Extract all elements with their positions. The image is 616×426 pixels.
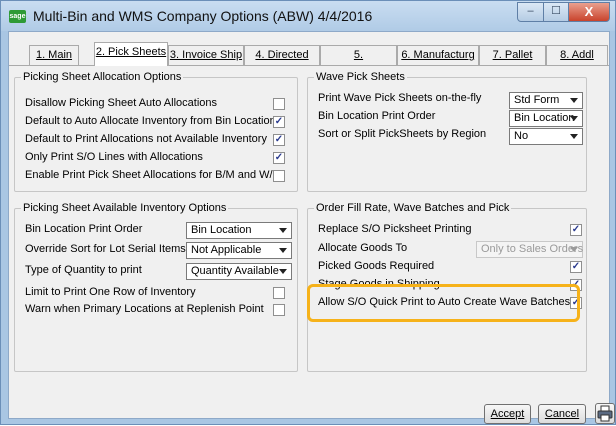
allocate-goods-select[interactable]: Only to Sales Orders (476, 241, 583, 258)
bin-print-order-label: Bin Location Print Order (25, 223, 143, 235)
quantity-type-label: Type of Quantity to print (25, 264, 142, 276)
tab-manufacturing[interactable]: 6. Manufacturg (397, 45, 479, 65)
print-alloc-not-avail-checkbox[interactable] (273, 134, 285, 146)
warn-replenish-label: Warn when Primary Locations at Replenish… (25, 303, 264, 315)
options-window: sage Multi-Bin and WMS Company Options (… (0, 0, 616, 425)
sort-split-region-label: Sort or Split PickSheets by Region (318, 128, 487, 140)
print-button[interactable] (595, 403, 615, 424)
override-sort-select[interactable]: Not Applicable (186, 242, 292, 259)
cancel-button[interactable]: Cancel (538, 404, 586, 424)
wave-pick-title: Wave Pick Sheets (314, 71, 407, 83)
wave-bin-print-order-value: Bin Location (514, 112, 575, 124)
default-auto-alloc-checkbox[interactable] (273, 116, 285, 128)
pick-sheets-page: Picking Sheet Allocation Options Disallo… (10, 66, 608, 382)
order-fill-title: Order Fill Rate, Wave Batches and Pick (314, 202, 512, 214)
stage-goods-checkbox[interactable] (570, 279, 582, 291)
print-wave-on-fly-label: Print Wave Pick Sheets on-the-fly (318, 92, 482, 104)
title-bar[interactable]: sage Multi-Bin and WMS Company Options (… (1, 1, 615, 31)
disallow-auto-alloc-label: Disallow Picking Sheet Auto Allocations (25, 97, 217, 109)
chevron-down-icon (279, 228, 287, 233)
default-auto-alloc-label: Default to Auto Allocate Inventory from … (25, 115, 282, 127)
chevron-down-icon (279, 248, 287, 253)
replace-picksheet-label: Replace S/O Picksheet Printing (318, 223, 472, 235)
tab-addl[interactable]: 8. Addl (546, 45, 608, 65)
only-print-so-lines-label: Only Print S/O Lines with Allocations (25, 151, 203, 163)
close-button[interactable]: X (568, 2, 610, 22)
chevron-down-icon (570, 134, 578, 139)
bin-print-order-value: Bin Location (191, 224, 252, 236)
available-inventory-group: Picking Sheet Available Inventory Option… (14, 202, 298, 372)
wave-pick-group: Wave Pick Sheets Print Wave Pick Sheets … (307, 71, 587, 192)
chevron-down-icon (570, 247, 578, 252)
dialog-client: 1. Main 2. Pick Sheets 3. Invoice Ship 4… (8, 31, 615, 424)
tab-main[interactable]: 1. Main (29, 45, 79, 65)
minimize-button[interactable]: – (517, 2, 544, 22)
limit-one-row-label: Limit to Print One Row of Inventory (25, 286, 196, 298)
allocate-goods-value: Only to Sales Orders (481, 243, 584, 255)
enable-bm-wo-checkbox[interactable] (273, 170, 285, 182)
print-wave-on-fly-value: Std Form (514, 94, 560, 106)
picked-goods-checkbox[interactable] (570, 261, 582, 273)
override-sort-label: Override Sort for Lot Serial Items (25, 243, 186, 255)
disallow-auto-alloc-checkbox[interactable] (273, 98, 285, 110)
limit-one-row-checkbox[interactable] (273, 287, 285, 299)
wave-bin-print-order-select[interactable]: Bin Location (509, 110, 583, 127)
accept-button[interactable]: Accept (484, 404, 531, 424)
sage-logo: sage (9, 10, 26, 23)
order-fill-group: Order Fill Rate, Wave Batches and Pick R… (307, 202, 587, 372)
chevron-down-icon (570, 98, 578, 103)
printer-icon (597, 405, 613, 422)
quantity-type-select[interactable]: Quantity Available (186, 263, 292, 280)
enable-bm-wo-label: Enable Print Pick Sheet Allocations for … (25, 169, 282, 181)
tab-pick-sheets[interactable]: 2. Pick Sheets (94, 42, 168, 66)
allocation-options-title: Picking Sheet Allocation Options (21, 71, 184, 83)
only-print-so-lines-checkbox[interactable] (273, 152, 285, 164)
available-inventory-title: Picking Sheet Available Inventory Option… (21, 202, 229, 214)
tab-pallet[interactable]: 7. Pallet (479, 45, 546, 65)
quantity-type-value: Quantity Available (191, 265, 279, 277)
maximize-button[interactable]: ☐ (543, 2, 569, 22)
stage-goods-label: Stage Goods in Shipping (318, 278, 440, 290)
print-wave-on-fly-select[interactable]: Std Form (509, 92, 583, 109)
sort-split-region-value: No (514, 130, 529, 142)
wave-bin-print-order-label: Bin Location Print Order (318, 110, 436, 122)
chevron-down-icon (279, 269, 287, 274)
warn-replenish-checkbox[interactable] (273, 304, 285, 316)
chevron-down-icon (570, 116, 578, 121)
quick-print-checkbox[interactable] (570, 297, 582, 309)
tab-directed-pick[interactable]: 4. Directed Pick (244, 45, 320, 80)
allocation-options-group: Picking Sheet Allocation Options Disallo… (14, 71, 298, 192)
quick-print-label: Allow S/O Quick Print to Auto Create Wav… (318, 296, 571, 308)
window-title: Multi-Bin and WMS Company Options (ABW) … (33, 8, 373, 24)
picked-goods-label: Picked Goods Required (318, 260, 435, 272)
override-sort-value: Not Applicable (191, 244, 262, 256)
tab-rec-putaway[interactable]: 5. Rec/PutAway (320, 45, 397, 80)
tab-invoice-ship[interactable]: 3. Invoice Ship (168, 45, 244, 65)
print-alloc-not-avail-label: Default to Print Allocations not Availab… (25, 133, 267, 145)
replace-picksheet-checkbox[interactable] (570, 224, 582, 236)
allocate-goods-label: Allocate Goods To (318, 242, 408, 254)
sort-split-region-select[interactable]: No (509, 128, 583, 145)
bin-print-order-select[interactable]: Bin Location (186, 222, 292, 239)
